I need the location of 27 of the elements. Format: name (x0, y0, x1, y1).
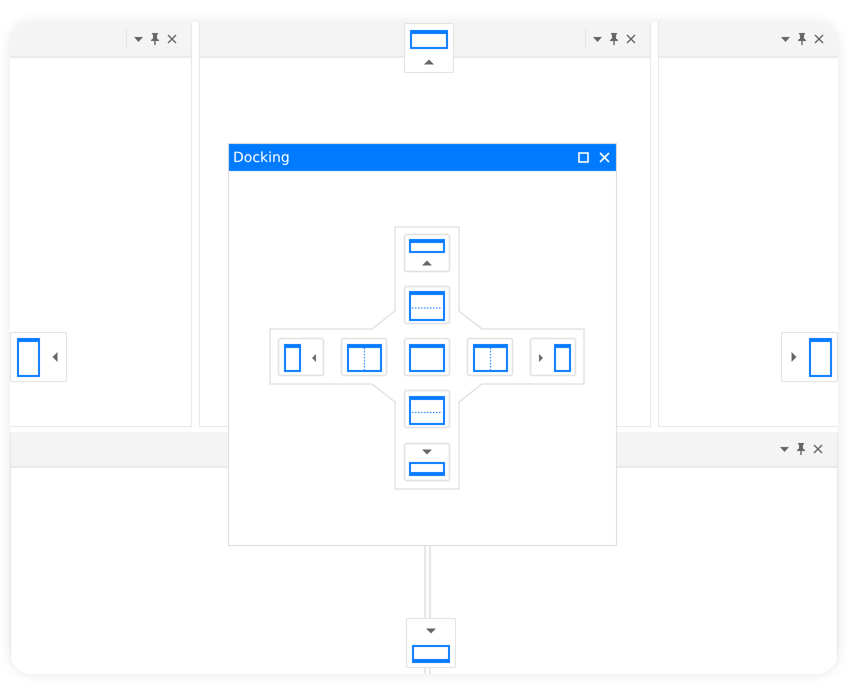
dock-center-button[interactable] (404, 337, 450, 376)
close-icon[interactable] (626, 34, 636, 44)
maximize-icon[interactable] (578, 152, 589, 163)
dock-bottom-button[interactable] (404, 442, 450, 481)
window-title: Docking (233, 150, 291, 166)
dock-top-button[interactable] (404, 23, 454, 73)
dock-inner-left-button[interactable] (340, 337, 388, 376)
dock-inner-top-button[interactable] (404, 285, 450, 324)
pin-icon[interactable] (609, 33, 619, 45)
pin-icon[interactable] (797, 33, 807, 45)
pin-icon[interactable] (150, 33, 160, 45)
dock-left-button[interactable] (278, 337, 324, 376)
pin-icon[interactable] (796, 443, 806, 455)
close-icon[interactable] (813, 444, 823, 454)
dropdown-caret-icon[interactable] (781, 36, 790, 42)
close-icon[interactable] (814, 34, 824, 44)
dock-right-button[interactable] (781, 332, 838, 382)
dock-inner-right-button[interactable] (466, 337, 514, 376)
dropdown-caret-icon[interactable] (134, 36, 143, 42)
dock-inner-bottom-button[interactable] (404, 389, 450, 428)
dropdown-caret-icon[interactable] (593, 36, 602, 42)
dropdown-caret-icon[interactable] (780, 446, 789, 452)
dock-bottom-button[interactable] (406, 618, 456, 668)
dock-right-button[interactable] (530, 337, 576, 376)
close-icon[interactable] (167, 34, 177, 44)
dock-left-button[interactable] (10, 332, 67, 382)
dock-top-button[interactable] (404, 233, 450, 272)
